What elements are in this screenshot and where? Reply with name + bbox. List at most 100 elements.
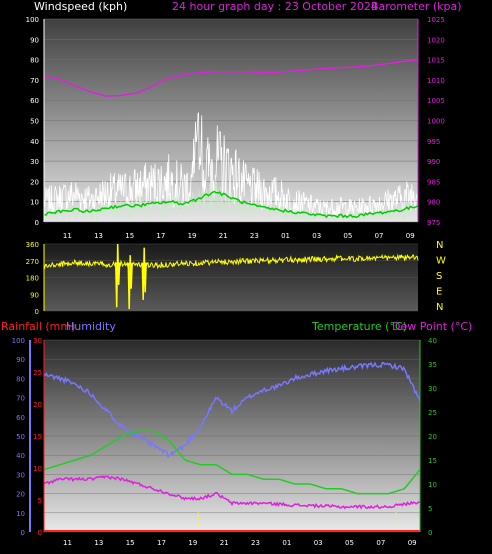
wind-x-tick-label: 19 bbox=[188, 232, 197, 240]
rainfall-tick-label: 30 bbox=[33, 337, 42, 345]
humidity-tick-label: 10 bbox=[16, 510, 25, 518]
humidity-tick-label: 60 bbox=[16, 414, 25, 422]
rainfall-tick-labels: 0 5 10 15 20 25 30 bbox=[33, 337, 42, 537]
barometer-tick-label: 995 bbox=[427, 138, 440, 146]
temperature-tick-label: 30 bbox=[428, 385, 437, 393]
rain-x-tick-label: 21 bbox=[220, 539, 229, 547]
wind-direction-chart: 090180270360 NWSEN bbox=[26, 240, 446, 316]
wind-barometer-chart: Windspeed (kph) 24 hour graph day : 23 O… bbox=[26, 0, 462, 240]
rainfall-tick-label: 5 bbox=[38, 497, 42, 505]
windspeed-tick-label: 50 bbox=[30, 118, 39, 126]
humidity-tick-label: 70 bbox=[16, 395, 25, 403]
barometer-tick-label: 1025 bbox=[427, 16, 445, 24]
barometer-tick-label: 1010 bbox=[427, 77, 445, 85]
wind-x-tick-label: 07 bbox=[375, 232, 384, 240]
barometer-tick-label: 1000 bbox=[427, 118, 445, 126]
humidity-tick-label: 20 bbox=[16, 491, 25, 499]
humidity-tick-label: 30 bbox=[16, 471, 25, 479]
humidity-tick-label: 100 bbox=[12, 337, 25, 345]
humidity-tick-label: 50 bbox=[16, 433, 25, 441]
temperature-tick-label: 0 bbox=[428, 529, 432, 537]
windspeed-tick-label: 70 bbox=[30, 77, 39, 85]
windspeed-tick-labels: 0 10 20 30 40 50 60 70 80 90 100 bbox=[26, 16, 39, 227]
wind-x-tick-labels: 11 13 15 17 19 21 23 01 03 05 07 09 bbox=[63, 232, 415, 240]
compass-label: S bbox=[436, 271, 442, 282]
windspeed-tick-label: 80 bbox=[30, 57, 39, 65]
direction-tick-label: 360 bbox=[26, 241, 39, 249]
temperature-tick-label: 35 bbox=[428, 361, 437, 369]
wind-x-tick-label: 13 bbox=[94, 232, 103, 240]
barometer-tick-label: 975 bbox=[427, 219, 440, 227]
barometer-tick-label: 980 bbox=[427, 199, 440, 207]
rain-x-tick-label: 01 bbox=[282, 539, 291, 547]
direction-tick-labels: 0 90 180 270 360 bbox=[26, 241, 39, 316]
barometer-tick-label: 1005 bbox=[427, 97, 445, 105]
humidity-tick-label: 80 bbox=[16, 375, 25, 383]
rainfall-tick-label: 10 bbox=[33, 465, 42, 473]
wind-x-tick-label: 23 bbox=[250, 232, 259, 240]
windspeed-axis-label: Windspeed (kph) bbox=[34, 0, 127, 13]
wind-x-tick-label: 05 bbox=[343, 232, 352, 240]
wind-x-tick-label: 15 bbox=[125, 232, 134, 240]
temperature-tick-label: 40 bbox=[428, 337, 437, 345]
humidity-tick-label: 40 bbox=[16, 452, 25, 460]
weather-graph-canvas: Windspeed (kph) 24 hour graph day : 23 O… bbox=[1, 0, 472, 547]
rainfall-axis-label: Rainfall (mm) bbox=[1, 320, 75, 333]
barometer-tick-label: 1020 bbox=[427, 36, 445, 44]
rain-x-tick-label: 17 bbox=[157, 539, 166, 547]
compass-label: E bbox=[436, 287, 442, 298]
rainfall-tick-label: 15 bbox=[33, 433, 42, 441]
rain-x-tick-label: 03 bbox=[314, 539, 323, 547]
barometer-tick-labels: 975 980 985 990 995 1000 1005 1010 1015 1020 1025 bbox=[427, 16, 445, 227]
humidity-tick-labels: 0 10 20 30 40 50 60 70 80 90 100 bbox=[12, 337, 25, 537]
rain-x-tick-label: 15 bbox=[126, 539, 135, 547]
humidity-axis-label: Humidity bbox=[66, 320, 116, 333]
windspeed-tick-label: 90 bbox=[30, 36, 39, 44]
wind-x-tick-label: 21 bbox=[219, 232, 228, 240]
windspeed-tick-label: 20 bbox=[30, 178, 39, 186]
temperature-tick-label: 15 bbox=[428, 457, 437, 465]
windspeed-tick-label: 40 bbox=[30, 138, 39, 146]
windspeed-tick-label: 10 bbox=[30, 199, 39, 207]
rain-x-tick-label: 07 bbox=[376, 539, 385, 547]
direction-tick-label: 90 bbox=[30, 291, 39, 299]
rainfall-tick-label: 0 bbox=[38, 529, 42, 537]
wind-x-tick-label: 09 bbox=[406, 232, 415, 240]
temperature-tick-label: 25 bbox=[428, 409, 437, 417]
rain-x-tick-label: 11 bbox=[63, 539, 72, 547]
temperature-tick-label: 10 bbox=[428, 481, 437, 489]
compass-label: W bbox=[436, 256, 446, 267]
rain-x-tick-label: 09 bbox=[408, 539, 417, 547]
rain-x-tick-label: 19 bbox=[188, 539, 197, 547]
direction-tick-label: 270 bbox=[26, 258, 39, 266]
rainfall-tick-label: 25 bbox=[33, 369, 42, 377]
compass-label: N bbox=[436, 302, 443, 313]
wind-x-tick-label: 17 bbox=[156, 232, 165, 240]
rain-x-tick-labels: 11 13 15 17 19 21 23 01 03 05 07 09 bbox=[63, 539, 417, 547]
wind-x-tick-label: 01 bbox=[281, 232, 290, 240]
rain-x-tick-label: 05 bbox=[345, 539, 354, 547]
wind-x-tick-label: 11 bbox=[63, 232, 72, 240]
rain-x-tick-label: 13 bbox=[94, 539, 103, 547]
humidity-tick-label: 0 bbox=[21, 529, 25, 537]
wind-x-tick-label: 03 bbox=[312, 232, 321, 240]
barometer-tick-label: 990 bbox=[427, 158, 440, 166]
temperature-tick-labels: 0 5 10 15 20 25 30 35 40 bbox=[428, 337, 437, 537]
temperature-tick-label: 20 bbox=[428, 433, 437, 441]
chart-title: 24 hour graph day : 23 October 2024 bbox=[172, 0, 378, 13]
windspeed-tick-label: 100 bbox=[26, 16, 39, 24]
rain-x-tick-label: 23 bbox=[251, 539, 260, 547]
direction-tick-label: 180 bbox=[26, 275, 39, 283]
barometer-tick-label: 1015 bbox=[427, 57, 445, 65]
dewpoint-axis-label: Dew Point (°C) bbox=[392, 320, 472, 333]
temperature-tick-label: 5 bbox=[428, 505, 432, 513]
barometer-tick-label: 985 bbox=[427, 178, 440, 186]
humidity-tick-label: 90 bbox=[16, 356, 25, 364]
direction-tick-label: 0 bbox=[35, 308, 39, 316]
compass-label: N bbox=[436, 240, 443, 251]
windspeed-tick-label: 30 bbox=[30, 158, 39, 166]
rainfall-tick-label: 20 bbox=[33, 401, 42, 409]
rain-humidity-temp-chart: Rainfall (mm) Humidity Temperature (°C) … bbox=[1, 320, 472, 547]
windspeed-tick-label: 60 bbox=[30, 97, 39, 105]
windspeed-tick-label: 0 bbox=[35, 219, 39, 227]
